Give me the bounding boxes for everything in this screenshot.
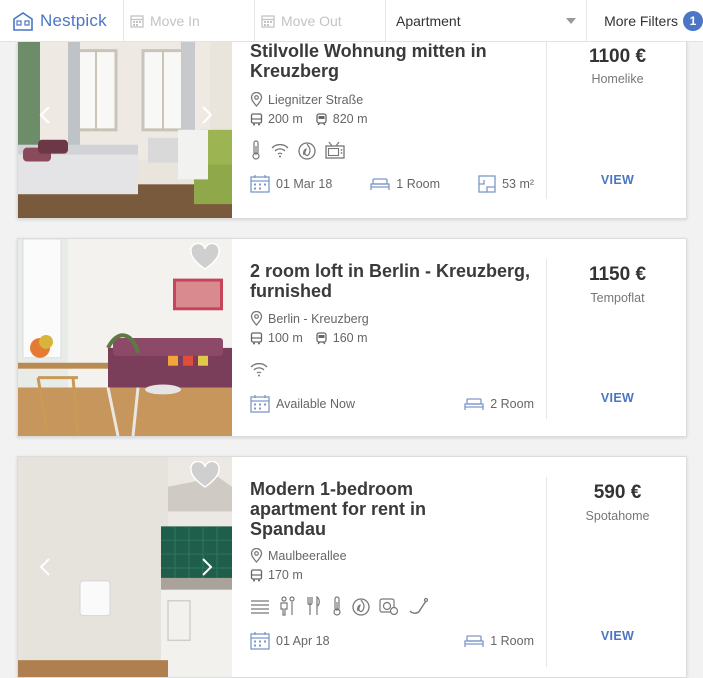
prev-photo-arrow-icon[interactable] <box>38 557 52 577</box>
bus-icon <box>250 112 263 125</box>
next-photo-arrow-icon[interactable] <box>200 105 214 125</box>
street: Maulbeerallee <box>268 548 347 563</box>
house-logo-icon <box>13 11 33 31</box>
heating-icon <box>333 596 341 616</box>
listing-card[interactable]: Modern 1-bedroom apartment for rent in S… <box>17 456 687 678</box>
listing-title[interactable]: Stilvolle Wohnung mitten in Kreuzberg <box>250 41 540 81</box>
provider-name: Spotahome <box>585 509 650 523</box>
listing-photo[interactable] <box>18 239 232 436</box>
available-date: 01 Mar 18 <box>276 177 333 191</box>
bus-icon <box>250 331 263 344</box>
transport-row: 170 m <box>250 568 303 582</box>
bed-icon <box>464 398 484 410</box>
wifi-icon <box>271 143 289 158</box>
caret-down-icon <box>566 17 576 24</box>
price: 1100 € <box>588 46 647 67</box>
price-column: 590 € Spotahome VIEW <box>547 457 688 677</box>
bed-icon <box>464 635 484 647</box>
top-search-bar: Nestpick Move In Move Out Apartment More… <box>0 0 703 42</box>
gas-icon <box>352 598 370 616</box>
price-column: 1100 € Homelike VIEW <box>547 11 688 218</box>
gas-icon <box>298 142 316 160</box>
filter-count-badge: 1 <box>683 10 703 31</box>
favorite-heart-icon[interactable] <box>189 243 221 271</box>
amenities-row <box>250 596 437 616</box>
prev-photo-arrow-icon[interactable] <box>38 105 52 125</box>
location-pin-icon <box>250 548 263 563</box>
location-row: Maulbeerallee <box>250 548 347 563</box>
move-in-field[interactable]: Move In <box>124 0 255 42</box>
next-photo-arrow-icon[interactable] <box>200 557 214 577</box>
street: Berlin - Kreuzberg <box>268 311 369 326</box>
location-row: Liegnitzer Straße <box>250 92 363 107</box>
move-out-field[interactable]: Move Out <box>255 0 386 42</box>
amenities-row <box>250 361 277 377</box>
listing-title[interactable]: Modern 1-bedroom apartment for rent in S… <box>250 479 460 539</box>
property-type-value: Apartment <box>396 12 461 29</box>
nestpick-logo[interactable]: Nestpick <box>0 0 124 42</box>
train-icon <box>316 112 327 125</box>
listing-info: Modern 1-bedroom apartment for rent in S… <box>250 457 546 677</box>
property-type-select[interactable]: Apartment <box>386 0 587 42</box>
room-count: 1 Room <box>396 177 441 191</box>
size: 53 m² <box>502 177 535 191</box>
location-pin-icon <box>250 311 263 326</box>
view-button[interactable]: VIEW <box>547 391 688 405</box>
radiator-icon <box>251 600 269 614</box>
listing-meta: Available Now 2 Room <box>250 395 534 413</box>
listing-title[interactable]: 2 room loft in Berlin - Kreuzberg, furni… <box>250 261 540 301</box>
floor-plan-icon <box>478 175 496 193</box>
listing-photo[interactable] <box>18 457 232 677</box>
favorite-heart-icon[interactable] <box>189 461 221 489</box>
kitchen-icon <box>307 596 320 615</box>
street: Liegnitzer Straße <box>268 92 364 107</box>
train-icon <box>316 331 327 344</box>
calendar-icon <box>261 14 275 28</box>
price: 590 € <box>593 482 642 503</box>
tv-icon <box>325 141 345 159</box>
room-count: 1 Room <box>490 634 534 648</box>
smoking-icon <box>409 597 428 614</box>
transport-row: 200 m 820 m <box>250 112 368 126</box>
bus-distance: 100 m <box>268 331 303 345</box>
listing-meta: 01 Apr 18 1 Room <box>250 632 534 650</box>
move-in-placeholder: Move In <box>150 12 200 29</box>
location-pin-icon <box>250 92 263 107</box>
logo-text: Nestpick <box>40 10 107 30</box>
washer-icon <box>379 598 399 615</box>
calendar-icon <box>250 632 270 650</box>
room-count: 2 Room <box>490 397 534 411</box>
price: 1150 € <box>588 264 647 285</box>
move-out-placeholder: Move Out <box>281 12 342 29</box>
train-distance: 820 m <box>332 112 368 126</box>
calendar-icon <box>130 14 144 28</box>
wifi-icon <box>250 362 268 377</box>
transport-row: 100 m 160 m <box>250 331 368 345</box>
available-date: 01 Apr 18 <box>276 634 330 648</box>
more-filters-button[interactable]: More Filters 1 <box>587 0 703 42</box>
amenities-row <box>250 140 354 160</box>
listing-photo[interactable] <box>18 11 232 218</box>
provider-name: Tempoflat <box>590 291 645 305</box>
heating-icon <box>252 140 260 160</box>
view-button[interactable]: VIEW <box>547 629 688 643</box>
listing-info: Stilvolle Wohnung mitten in Kreuzberg Li… <box>250 11 546 218</box>
bus-distance: 200 m <box>268 112 303 126</box>
train-distance: 160 m <box>332 331 368 345</box>
calendar-icon <box>250 175 270 193</box>
listing-card[interactable]: 2 room loft in Berlin - Kreuzberg, furni… <box>17 238 687 437</box>
price-column: 1150 € Tempoflat VIEW <box>547 239 688 436</box>
view-button[interactable]: VIEW <box>547 173 688 187</box>
bus-distance: 170 m <box>268 568 303 582</box>
location-row: Berlin - Kreuzberg <box>250 311 369 326</box>
listing-meta: 01 Mar 18 1 Room 53 m² <box>250 175 534 193</box>
bathroom-icon <box>280 596 295 616</box>
bus-icon <box>250 568 263 581</box>
available-date: Available Now <box>276 397 355 411</box>
listing-info: 2 room loft in Berlin - Kreuzberg, furni… <box>250 239 546 436</box>
provider-name: Homelike <box>591 72 644 86</box>
calendar-icon <box>250 395 270 413</box>
bed-icon <box>370 178 390 190</box>
more-filters-label: More Filters <box>604 12 678 29</box>
